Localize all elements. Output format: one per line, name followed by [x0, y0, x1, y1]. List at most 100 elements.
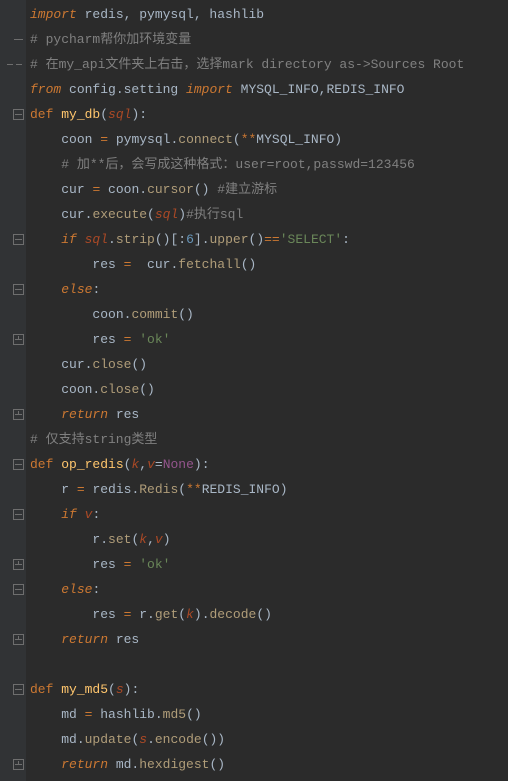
code-token: strip [116, 232, 155, 247]
code-line[interactable]: # pycharm帮你加环境变量 [30, 27, 508, 52]
code-token: () [209, 757, 225, 772]
code-token: v [147, 457, 155, 472]
code-token: ): [131, 107, 147, 122]
code-token: config.setting [69, 82, 186, 97]
code-line[interactable]: cur.close() [30, 352, 508, 377]
code-line[interactable]: cur = coon.cursor() #建立游标 [30, 177, 508, 202]
code-token: r. [139, 607, 155, 622]
code-token: else [61, 282, 92, 297]
code-editor: import redis, pymysql, hashlib# pycharm帮… [0, 0, 508, 781]
code-line[interactable]: r.set(k,v) [30, 527, 508, 552]
code-token: ** [186, 482, 202, 497]
code-token: hashlib. [100, 707, 162, 722]
code-line[interactable]: import redis, pymysql, hashlib [30, 2, 508, 27]
fold-collapse-icon[interactable] [13, 684, 24, 695]
code-line[interactable]: return res [30, 402, 508, 427]
code-token: . [108, 232, 116, 247]
code-token: connect [178, 132, 233, 147]
code-line[interactable]: res = 'ok' [30, 327, 508, 352]
code-token: coon. [108, 182, 147, 197]
code-token: ** [241, 132, 257, 147]
code-token: ( [178, 482, 186, 497]
code-token: res [116, 632, 139, 647]
code-token: : [92, 282, 100, 297]
code-line[interactable]: if v: [30, 502, 508, 527]
code-token: ) [163, 532, 171, 547]
code-line[interactable]: cur.execute(sql)#执行sql [30, 202, 508, 227]
code-token: ) [178, 207, 186, 222]
code-token: r [61, 482, 77, 497]
code-token: 'SELECT' [280, 232, 342, 247]
fold-collapse-icon[interactable] [13, 109, 24, 120]
fold-end-icon[interactable] [13, 634, 24, 645]
code-token: sql [155, 207, 178, 222]
code-line[interactable]: from config.setting import MYSQL_INFO,RE… [30, 77, 508, 102]
code-line[interactable]: def my_db(sql): [30, 102, 508, 127]
code-line[interactable]: # 在my_api文件夹上右击，选择mark directory as->Sou… [30, 52, 508, 77]
code-line[interactable]: # 仅支持string类型 [30, 427, 508, 452]
code-token: MYSQL_INFO) [256, 132, 342, 147]
code-token: res [116, 407, 139, 422]
code-token: return [61, 632, 116, 647]
code-token: r. [92, 532, 108, 547]
code-token: decode [210, 607, 257, 622]
code-line[interactable]: coon = pymysql.connect(**MYSQL_INFO) [30, 127, 508, 152]
code-token: encode [155, 732, 202, 747]
fold-collapse-icon[interactable] [13, 234, 24, 245]
fold-gutter [0, 0, 26, 781]
code-token: hexdigest [139, 757, 209, 772]
fold-end-icon[interactable] [13, 334, 24, 345]
code-token: () [186, 707, 202, 722]
code-area[interactable]: import redis, pymysql, hashlib# pycharm帮… [26, 0, 508, 781]
code-token: 'ok' [139, 332, 170, 347]
code-token: return [61, 757, 116, 772]
code-token: md. [61, 732, 84, 747]
code-token: = [155, 457, 163, 472]
code-line[interactable]: coon.commit() [30, 302, 508, 327]
code-line[interactable]: res = r.get(k).decode() [30, 602, 508, 627]
code-line[interactable]: md = hashlib.md5() [30, 702, 508, 727]
code-token: = [77, 482, 93, 497]
code-token: cur [61, 182, 92, 197]
code-token: commit [131, 307, 178, 322]
fold-collapse-icon[interactable] [13, 459, 24, 470]
code-token: from [30, 82, 69, 97]
code-line[interactable]: res = cur.fetchall() [30, 252, 508, 277]
code-line[interactable] [30, 652, 508, 677]
code-token: redis. [92, 482, 139, 497]
code-token: ( [108, 682, 116, 697]
fold-end-icon[interactable] [13, 409, 24, 420]
code-token: import [30, 7, 77, 22]
code-line[interactable]: else: [30, 577, 508, 602]
code-line[interactable]: md.update(s.encode()) [30, 727, 508, 752]
code-token: cursor [147, 182, 194, 197]
code-token: ]. [194, 232, 210, 247]
fold-end-icon[interactable] [13, 759, 24, 770]
code-token: () [178, 307, 194, 322]
fold-marker-icon [13, 34, 24, 45]
fold-end-icon[interactable] [13, 559, 24, 570]
code-line[interactable]: return md.hexdigest() [30, 752, 508, 777]
code-line[interactable]: r = redis.Redis(**REDIS_INFO) [30, 477, 508, 502]
code-line[interactable]: res = 'ok' [30, 552, 508, 577]
code-token: : [342, 232, 350, 247]
code-line[interactable]: coon.close() [30, 377, 508, 402]
code-token: execute [92, 207, 147, 222]
code-token: op_redis [61, 457, 123, 472]
code-token: #建立游标 [217, 182, 277, 197]
code-line[interactable]: return res [30, 627, 508, 652]
code-line[interactable]: # 加**后，会写成这种格式：user=root,passwd=123456 [30, 152, 508, 177]
code-token: if [61, 507, 84, 522]
code-token: () [249, 232, 265, 247]
fold-collapse-icon[interactable] [13, 584, 24, 595]
fold-collapse-icon[interactable] [13, 284, 24, 295]
code-token: pymysql. [116, 132, 178, 147]
fold-collapse-icon[interactable] [13, 509, 24, 520]
code-token: import [186, 82, 241, 97]
code-line[interactable]: if sql.strip()[:6].upper()=='SELECT': [30, 227, 508, 252]
code-line[interactable]: else: [30, 277, 508, 302]
code-token: None [163, 457, 194, 472]
code-line[interactable]: def my_md5(s): [30, 677, 508, 702]
code-line[interactable]: def op_redis(k,v=None): [30, 452, 508, 477]
code-token: == [264, 232, 280, 247]
